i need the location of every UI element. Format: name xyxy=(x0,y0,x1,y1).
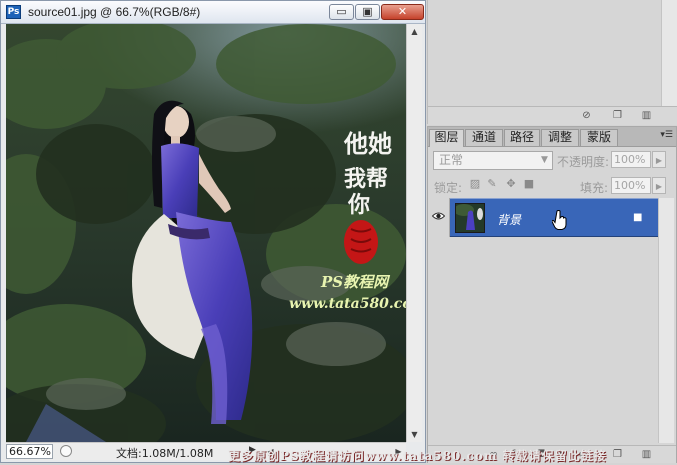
tab-masks[interactable]: 蒙版 xyxy=(580,129,618,146)
top-panel: ⊘ ❐ ▥ xyxy=(427,0,677,125)
opacity-label: 不透明度: xyxy=(557,155,610,169)
top-panel-footer: ⊘ ❐ ▥ xyxy=(428,106,677,125)
red-seal-stamp xyxy=(344,220,378,264)
clear-icon[interactable]: ⊘ xyxy=(581,110,592,121)
layer-visibility-toggle[interactable] xyxy=(428,198,450,237)
eye-icon xyxy=(432,212,445,220)
document-title: source01.jpg @ 66.7%(RGB/8#) xyxy=(28,5,201,19)
footer-watermark: 更多原创PS教程请访问www.tata580.com 转载请保留此链接 xyxy=(0,446,677,465)
fill-slider-arrow-icon[interactable]: ▶ xyxy=(652,177,666,194)
footer-watermark-text: 更多原创PS教程请访问www.tata580.com 转载请保留此链接 xyxy=(228,449,607,463)
lock-transparent-icon[interactable]: ▨ xyxy=(469,178,481,190)
chevron-down-icon[interactable]: ▼ xyxy=(536,151,553,170)
vertical-scrollbar[interactable]: ▲ ▼ xyxy=(406,24,422,442)
close-button[interactable]: ✕ xyxy=(381,4,424,20)
opacity-field[interactable]: 100% xyxy=(611,151,651,168)
lock-label: 锁定: xyxy=(434,181,463,195)
photo-image: 他她 我帮 你 PS教程网 www.tata580.com xyxy=(6,24,406,442)
trash-icon[interactable]: ▥ xyxy=(641,110,652,121)
calligraphy-line-3: 你 xyxy=(347,192,370,218)
tab-channels[interactable]: 通道 xyxy=(465,129,503,146)
lock-all-icon[interactable]: ■ xyxy=(523,178,535,190)
fill-field[interactable]: 100% xyxy=(611,177,651,194)
tab-adjustments[interactable]: 调整 xyxy=(541,129,579,146)
tab-layers[interactable]: 图层 xyxy=(429,129,464,147)
layer-thumbnail xyxy=(455,203,485,233)
fill-label: 填充: xyxy=(580,181,609,195)
scroll-down-icon[interactable]: ▼ xyxy=(407,427,422,442)
photoshop-app-icon: Ps xyxy=(6,5,21,19)
layer-row-background[interactable]: 背景 ■ xyxy=(428,198,658,237)
hand-cursor-icon xyxy=(552,210,567,230)
minimize-button[interactable]: ▭ xyxy=(329,4,354,20)
blend-mode-select[interactable]: 正常 xyxy=(433,151,553,170)
site-url-watermark: www.tata580.com xyxy=(289,296,406,312)
calligraphy-line-1: 他她 xyxy=(343,129,392,158)
lock-brush-icon[interactable]: ✎ xyxy=(486,178,498,190)
panel-tab-row: 图层 通道 路径 调整 蒙版 ▾☰ xyxy=(428,127,676,147)
layer-name[interactable]: 背景 xyxy=(497,211,521,228)
image-canvas[interactable]: 他她 我帮 你 PS教程网 www.tata580.com xyxy=(6,24,406,442)
lock-move-icon[interactable]: ✥ xyxy=(505,178,517,190)
tab-paths[interactable]: 路径 xyxy=(504,129,540,146)
site-name-watermark: PS教程网 xyxy=(320,273,391,291)
maximize-button[interactable]: ▣ xyxy=(355,4,380,20)
opacity-slider-arrow-icon[interactable]: ▶ xyxy=(652,151,666,168)
calligraphy-line-2: 我帮 xyxy=(344,166,388,192)
panel-menu-icon[interactable]: ▾☰ xyxy=(660,130,673,140)
layers-panel: 图层 通道 路径 调整 蒙版 ▾☰ 正常 ▼ 不透明度: 100% ▶ 锁定: … xyxy=(427,126,677,463)
top-panel-scrollbar[interactable] xyxy=(661,0,677,106)
document-window: Ps source01.jpg @ 66.7%(RGB/8#) ▭ ▣ ✕ 他她… xyxy=(0,0,426,463)
layer-lock-icon: ■ xyxy=(633,212,643,223)
layers-scrollbar[interactable] xyxy=(658,198,674,443)
scroll-up-icon[interactable]: ▲ xyxy=(407,24,422,39)
document-titlebar[interactable]: Ps source01.jpg @ 66.7%(RGB/8#) ▭ ▣ ✕ xyxy=(1,1,425,24)
new-item-icon[interactable]: ❐ xyxy=(612,110,623,121)
